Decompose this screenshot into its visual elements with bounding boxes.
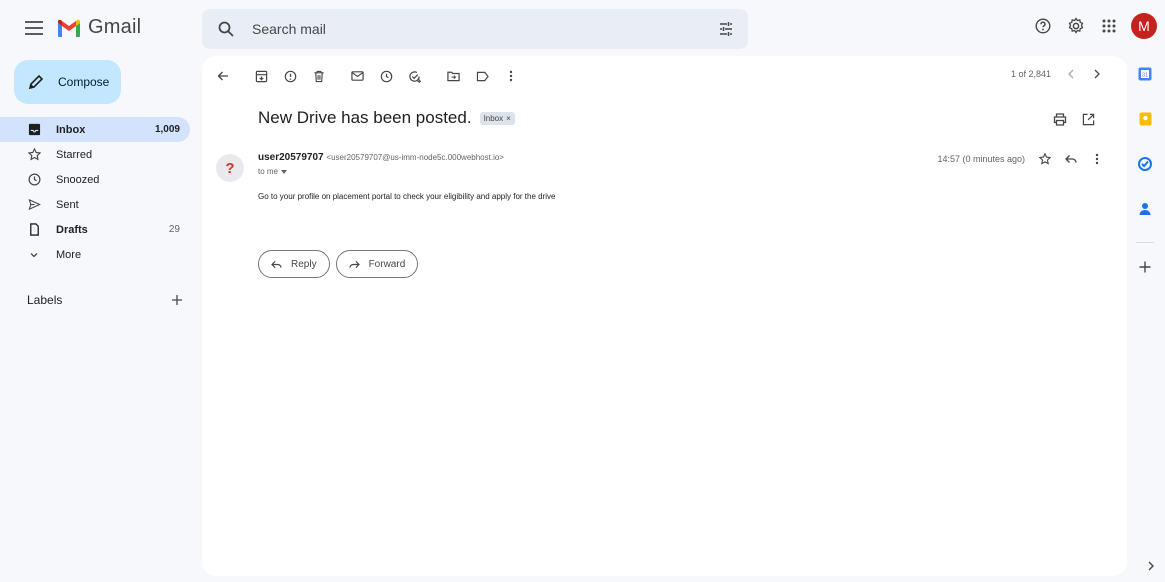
chevron-down-icon [27,248,41,262]
print-icon[interactable] [1053,112,1067,126]
snooze-clock-icon[interactable] [379,69,393,83]
compose-button[interactable]: Compose [14,60,121,104]
subject-actions [1053,112,1095,126]
back-arrow-icon[interactable] [216,69,230,83]
main-menu-icon[interactable] [24,18,44,38]
open-in-new-window-icon[interactable] [1081,112,1095,126]
sender-line: user20579707 <user20579707@us-imm-node5c… [258,152,504,163]
pagination: 1 of 2,841 [1011,68,1103,80]
inbox-label-chip[interactable]: Inbox × [479,111,515,125]
report-spam-icon[interactable] [283,69,297,83]
more-options-vertical-icon[interactable] [504,69,518,83]
message-toolbar [216,66,533,86]
recipient-text: to me [258,167,279,176]
sidebar-item-sent[interactable]: Sent [0,192,190,217]
sidebar-item-label: More [56,248,82,261]
inbox-icon [27,123,41,137]
reply-button[interactable]: Reply [258,250,330,278]
gmail-m-icon [58,19,80,37]
sender-email: <user20579707@us-imm-node5c.000webhost.i… [326,153,504,162]
message-subject: New Drive has been posted. [258,108,472,127]
message-time: 14:57 (0 minutes ago) [937,154,1025,164]
settings-gear-icon[interactable] [1066,16,1086,36]
search-bar[interactable]: Search mail [202,9,748,49]
labels-heading: Labels [27,293,63,307]
message-body: Go to your profile on placement portal t… [258,192,556,201]
subject-row: New Drive has been posted. Inbox × [258,108,515,128]
label-tag-icon[interactable] [475,69,489,83]
app-name: Gmail [88,16,142,38]
compose-label: Compose [58,75,110,89]
forward-icon [348,260,360,268]
clock-icon [27,173,41,187]
message-more-options-icon[interactable] [1091,153,1103,165]
reply-label: Reply [291,258,317,270]
get-addons-plus-icon[interactable] [1133,255,1157,279]
sidebar-item-label: Starred [56,148,93,161]
chevron-right-icon[interactable] [1091,68,1103,80]
sender-name[interactable]: user20579707 [258,152,324,163]
draft-icon [27,223,41,237]
keep-notes-icon[interactable] [1133,107,1157,131]
apps-grid-icon[interactable] [1099,16,1119,36]
chip-label: Inbox [483,113,504,123]
calendar-icon[interactable]: 31 [1133,62,1157,86]
tasks-icon[interactable] [1133,152,1157,176]
drafts-count: 29 [168,224,180,235]
send-icon [27,198,41,212]
side-panel: 31 [1133,62,1157,300]
inbox-count: 1,009 [154,124,180,135]
sidebar-item-label: Sent [56,198,79,211]
sidebar-item-label: Snoozed [56,173,100,186]
archive-icon[interactable] [254,69,268,83]
reply-arrow-icon[interactable] [1065,153,1077,165]
pager-count: 1 of 2,841 [1010,69,1051,79]
sidebar-item-label: Drafts [56,223,88,236]
gmail-logo[interactable]: Gmail [56,16,141,39]
chevron-left-icon[interactable] [1065,68,1077,80]
sidebar-item-more[interactable]: More [0,242,190,267]
add-to-tasks-icon[interactable] [408,69,422,83]
search-icon[interactable] [216,19,236,39]
recipient-details[interactable]: to me [258,167,288,176]
pencil-icon [28,74,44,90]
sidebar-item-snoozed[interactable]: Snoozed [0,167,190,192]
message-meta: 14:57 (0 minutes ago) [937,153,1103,165]
delete-trash-icon[interactable] [312,69,326,83]
sidebar-nav: Inbox 1,009 Starred Snoozed Sent Drafts … [0,117,190,267]
side-panel-divider [1136,242,1154,243]
remove-label-x-icon[interactable]: × [506,114,511,123]
sidebar-item-inbox[interactable]: Inbox 1,009 [0,117,190,142]
sidebar-item-drafts[interactable]: Drafts 29 [0,217,190,242]
help-icon[interactable] [1033,16,1053,36]
search-input[interactable]: Search mail [252,21,326,37]
labels-section: Labels [27,290,187,310]
sidebar-item-label: Inbox [56,123,86,136]
top-header: Gmail Search mail M [0,0,1165,56]
star-icon [27,148,41,162]
add-label-plus-icon[interactable] [167,290,187,310]
move-to-folder-icon[interactable] [446,69,460,83]
account-avatar[interactable]: M [1131,13,1157,39]
expand-side-panel-chevron-icon[interactable] [1141,556,1161,576]
reply-actions: Reply Forward [258,250,419,278]
reply-icon [271,260,282,268]
contacts-icon[interactable] [1133,197,1157,221]
forward-button[interactable]: Forward [335,250,419,278]
star-message-icon[interactable] [1039,153,1051,165]
forward-label: Forward [368,258,406,270]
caret-down-icon [281,169,288,174]
mark-unread-envelope-icon[interactable] [350,69,364,83]
search-options-icon[interactable] [716,19,736,39]
sender-avatar[interactable]: ? [216,154,244,182]
sidebar-item-starred[interactable]: Starred [0,142,190,167]
message-pane: 1 of 2,841 New Drive has been posted. In… [202,56,1127,576]
svg-text:31: 31 [1142,73,1148,79]
